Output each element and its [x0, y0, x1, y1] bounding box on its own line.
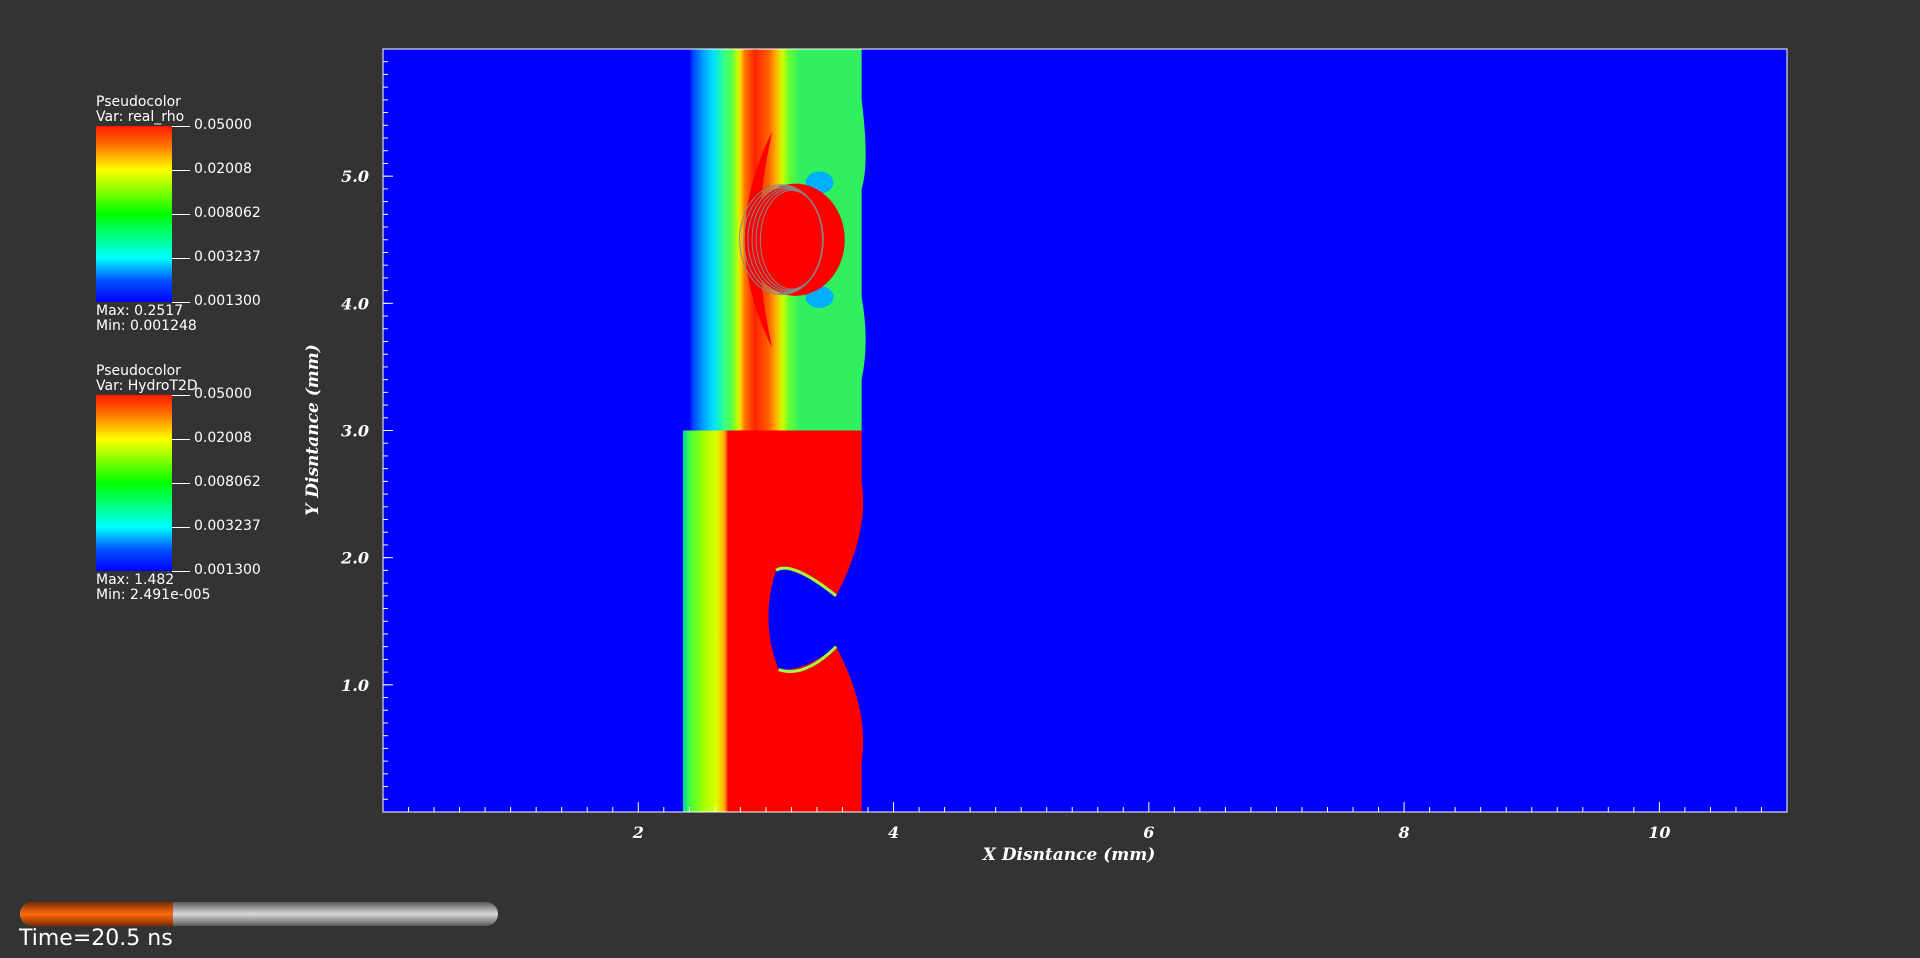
plot-area: [383, 49, 1787, 812]
field-layer: [682, 49, 866, 812]
y-tick-label: 1.0: [341, 676, 369, 695]
y-axis-title: Y Disntance (mm): [303, 344, 323, 516]
y-tick-label: 3.0: [341, 422, 369, 441]
x-tick-label: 2: [632, 823, 644, 842]
x-tick-label: 4: [888, 823, 899, 842]
y-tick-label: 2.0: [340, 549, 369, 568]
x-tick-label: 6: [1143, 823, 1154, 842]
plot-canvas[interactable]: 2 4 6 8 10 1.0 2.0 3.0 4.0 5.0 X Disntance (mm) Y…: [0, 0, 1920, 958]
time-label: Time=20.5 ns: [19, 926, 173, 951]
y-tick-label: 5.0: [341, 167, 369, 186]
time-progress-bar[interactable]: [20, 902, 498, 926]
time-progress-fill: [20, 902, 173, 926]
x-axis-title: X Disntance (mm): [982, 845, 1156, 865]
y-tick-label: 4.0: [341, 294, 369, 313]
x-tick-label: 10: [1648, 823, 1670, 842]
lower-band: [682, 430, 728, 812]
x-tick-label: 8: [1398, 823, 1410, 842]
